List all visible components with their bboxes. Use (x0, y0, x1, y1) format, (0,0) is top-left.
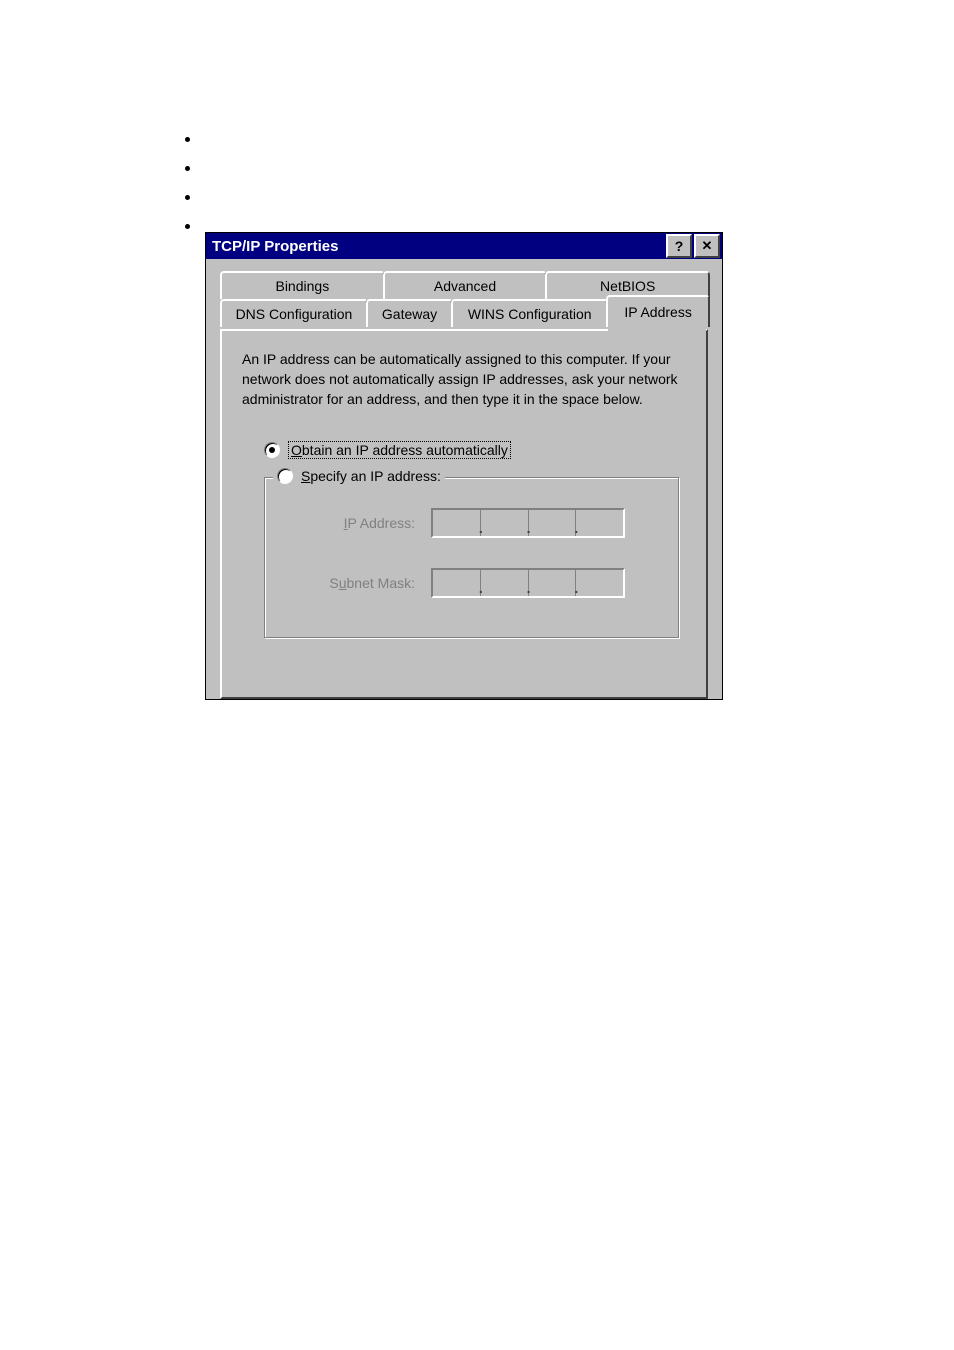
tab-label: Bindings (275, 278, 329, 294)
ip-octet[interactable] (529, 510, 577, 536)
tab-label: WINS Configuration (468, 306, 592, 322)
close-icon: ✕ (702, 238, 713, 254)
window-title: TCP/IP Properties (212, 238, 338, 255)
tab-label: Advanced (434, 278, 496, 294)
tab-gateway[interactable]: Gateway (366, 299, 453, 327)
tab-bindings[interactable]: Bindings (220, 271, 385, 299)
ip-octet[interactable] (481, 570, 529, 596)
help-button[interactable]: ? (666, 234, 692, 258)
ip-octet[interactable] (481, 510, 529, 536)
tcpip-properties-dialog: TCP/IP Properties ? ✕ Bindings Advanced … (205, 232, 723, 700)
tab-advanced[interactable]: Advanced (383, 271, 548, 299)
tab-pane-ip-address: An IP address can be automatically assig… (220, 329, 708, 699)
tab-ip-address[interactable]: IP Address (606, 295, 710, 327)
ip-octet[interactable] (433, 570, 481, 596)
ip-address-input[interactable] (431, 508, 625, 538)
ip-octet[interactable] (529, 570, 577, 596)
tab-label: DNS Configuration (236, 306, 353, 322)
subnet-mask-label: Subnet Mask: (305, 575, 415, 591)
titlebar[interactable]: TCP/IP Properties ? ✕ (206, 233, 722, 259)
ip-octet[interactable] (433, 510, 481, 536)
radio-specify-ip[interactable]: Specify an IP address: (273, 468, 445, 484)
subnet-mask-input[interactable] (431, 568, 625, 598)
ip-octet[interactable] (576, 570, 623, 596)
radio-label: Specify an IP address: (301, 468, 441, 484)
radio-icon (264, 442, 280, 458)
close-button[interactable]: ✕ (694, 234, 720, 258)
radio-label: Obtain an IP address automatically (288, 441, 511, 459)
ip-address-row: IP Address: (305, 508, 679, 538)
page-bullet-list (162, 128, 202, 244)
tab-label: IP Address (624, 304, 691, 320)
description-text: An IP address can be automatically assig… (242, 349, 686, 409)
tab-label: Gateway (382, 306, 437, 322)
radio-obtain-automatically[interactable]: Obtain an IP address automatically (264, 441, 686, 459)
ip-address-label: IP Address: (305, 515, 415, 531)
tab-label: NetBIOS (600, 278, 655, 294)
tab-strip: Bindings Advanced NetBIOS DNS Configurat… (220, 271, 708, 329)
tab-wins-configuration[interactable]: WINS Configuration (451, 299, 608, 327)
tab-dns-configuration[interactable]: DNS Configuration (220, 299, 368, 327)
ip-octet[interactable] (576, 510, 623, 536)
radio-icon (277, 468, 293, 484)
help-icon: ? (675, 238, 684, 254)
subnet-mask-row: Subnet Mask: (305, 568, 679, 598)
specify-ip-groupbox: Specify an IP address: IP Address: Subne… (264, 477, 680, 639)
